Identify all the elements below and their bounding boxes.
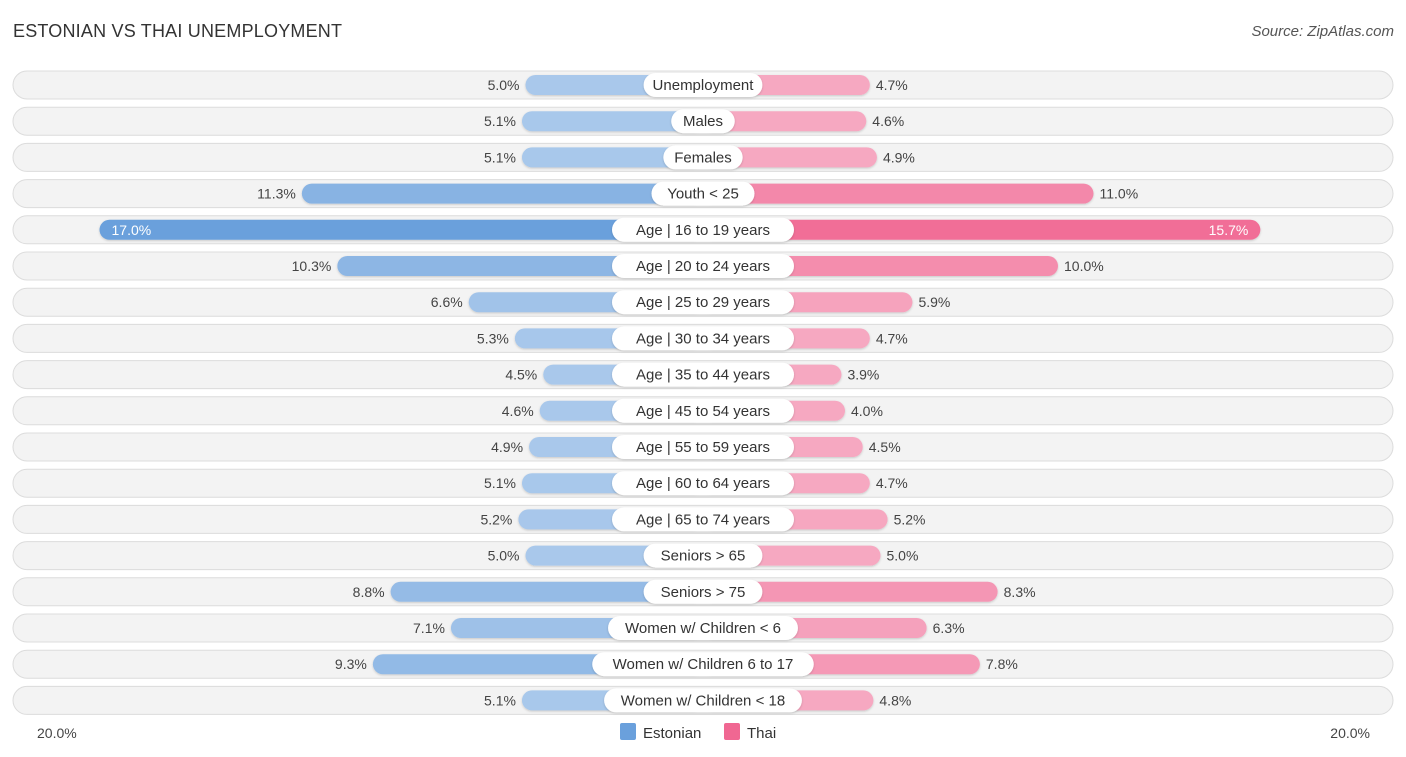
category-label: Unemployment <box>653 77 755 94</box>
value-label-thai: 5.2% <box>894 511 926 527</box>
category-label: Women w/ Children < 18 <box>621 692 785 709</box>
value-label-estonian: 5.0% <box>488 548 520 564</box>
chart-row: 5.2% 5.2% Age | 65 to 74 years <box>12 504 1394 534</box>
chart-row: 8.8% 8.3% Seniors > 75 <box>12 577 1394 607</box>
category-label: Age | 16 to 19 years <box>636 222 770 239</box>
category-label: Age | 25 to 29 years <box>636 294 770 311</box>
category-label: Age | 65 to 74 years <box>636 511 770 528</box>
chart-row: 6.6% 5.9% Age | 25 to 29 years <box>12 287 1394 317</box>
bar-estonian <box>301 183 703 204</box>
diverging-bar-chart: 5.0% 4.7% Unemployment 5.1% 4.6% Males 5.1% 4.9… <box>12 70 1394 742</box>
value-label-thai: 4.6% <box>872 113 904 129</box>
value-label-thai: 5.0% <box>887 548 919 564</box>
value-label-estonian: 6.6% <box>431 294 463 310</box>
category-label: Females <box>674 149 732 166</box>
value-label-estonian: 5.2% <box>480 511 512 527</box>
value-label-thai: 11.0% <box>1100 186 1139 202</box>
axis-label-right: 20.0% <box>1330 725 1370 741</box>
value-label-thai: 4.0% <box>851 403 883 419</box>
category-label: Seniors > 75 <box>661 584 746 601</box>
category-label: Age | 30 to 34 years <box>636 330 770 347</box>
value-label-estonian: 5.1% <box>484 692 516 708</box>
chart-row: 11.3% 11.0% Youth < 25 <box>12 179 1394 209</box>
chart-row: 17.0% 15.7% Age | 16 to 19 years <box>12 215 1394 245</box>
value-label-thai: 6.3% <box>933 620 965 636</box>
chart-row: 9.3% 7.8% Women w/ Children 6 to 17 <box>12 649 1394 679</box>
value-label-thai: 3.9% <box>847 367 879 383</box>
value-label-thai: 5.9% <box>918 294 950 310</box>
value-label-estonian: 17.0% <box>112 222 152 238</box>
value-label-thai: 10.0% <box>1064 258 1104 274</box>
value-label-estonian: 5.0% <box>488 77 520 93</box>
chart-row: 5.0% 4.7% Unemployment <box>12 70 1394 100</box>
chart-row: 4.6% 4.0% Age | 45 to 54 years <box>12 396 1394 426</box>
chart-row: 4.5% 3.9% Age | 35 to 44 years <box>12 360 1394 390</box>
chart-row: 5.1% 4.9% Females <box>12 142 1394 172</box>
value-label-estonian: 10.3% <box>292 258 332 274</box>
category-label: Males <box>683 113 723 130</box>
category-label: Women w/ Children 6 to 17 <box>613 656 794 673</box>
value-label-thai: 4.7% <box>876 475 908 491</box>
legend-swatch-thai <box>724 723 740 740</box>
value-label-estonian: 5.1% <box>484 113 516 129</box>
chart-row: 4.9% 4.5% Age | 55 to 59 years <box>12 432 1394 462</box>
chart-row: 5.0% 5.0% Seniors > 65 <box>12 541 1394 571</box>
value-label-estonian: 5.1% <box>484 475 516 491</box>
category-label: Youth < 25 <box>667 186 739 203</box>
axis-label-left: 20.0% <box>37 725 77 741</box>
chart-row: 5.3% 4.7% Age | 30 to 34 years <box>12 323 1394 353</box>
chart-row: 10.3% 10.0% Age | 20 to 24 years <box>12 251 1394 281</box>
value-label-thai: 4.7% <box>876 330 908 346</box>
legend: Estonian Thai <box>620 723 776 742</box>
value-label-estonian: 11.3% <box>257 186 296 202</box>
value-label-thai: 8.3% <box>1004 584 1036 600</box>
value-label-estonian: 9.3% <box>335 656 367 672</box>
category-label: Age | 20 to 24 years <box>636 258 770 275</box>
legend-swatch-estonian <box>620 723 636 740</box>
value-label-estonian: 7.1% <box>413 620 445 636</box>
value-label-thai: 7.8% <box>986 656 1018 672</box>
value-label-thai: 4.5% <box>869 439 901 455</box>
value-label-estonian: 4.6% <box>502 403 534 419</box>
category-label: Age | 60 to 64 years <box>636 475 770 492</box>
chart-row: 5.1% 4.8% Women w/ Children < 18 <box>12 685 1394 715</box>
value-label-estonian: 4.5% <box>505 367 537 383</box>
bar-thai <box>703 183 1094 204</box>
category-label: Age | 45 to 54 years <box>636 403 770 420</box>
value-label-thai: 4.7% <box>876 77 908 93</box>
category-label: Seniors > 65 <box>661 548 746 565</box>
legend-label-thai: Thai <box>747 725 776 742</box>
chart-row: 7.1% 6.3% Women w/ Children < 6 <box>12 613 1394 643</box>
value-label-thai: 15.7% <box>1209 222 1249 238</box>
value-label-thai: 4.8% <box>879 692 911 708</box>
legend-label-estonian: Estonian <box>643 725 701 742</box>
category-label: Age | 55 to 59 years <box>636 439 770 456</box>
value-label-estonian: 4.9% <box>491 439 523 455</box>
category-label: Age | 35 to 44 years <box>636 367 770 384</box>
value-label-estonian: 5.3% <box>477 330 509 346</box>
value-label-estonian: 8.8% <box>353 584 385 600</box>
category-label: Women w/ Children < 6 <box>625 620 781 637</box>
value-label-estonian: 5.1% <box>484 149 516 165</box>
chart-row: 5.1% 4.7% Age | 60 to 64 years <box>12 468 1394 498</box>
value-label-thai: 4.9% <box>883 149 915 165</box>
chart-row: 5.1% 4.6% Males <box>12 106 1394 136</box>
